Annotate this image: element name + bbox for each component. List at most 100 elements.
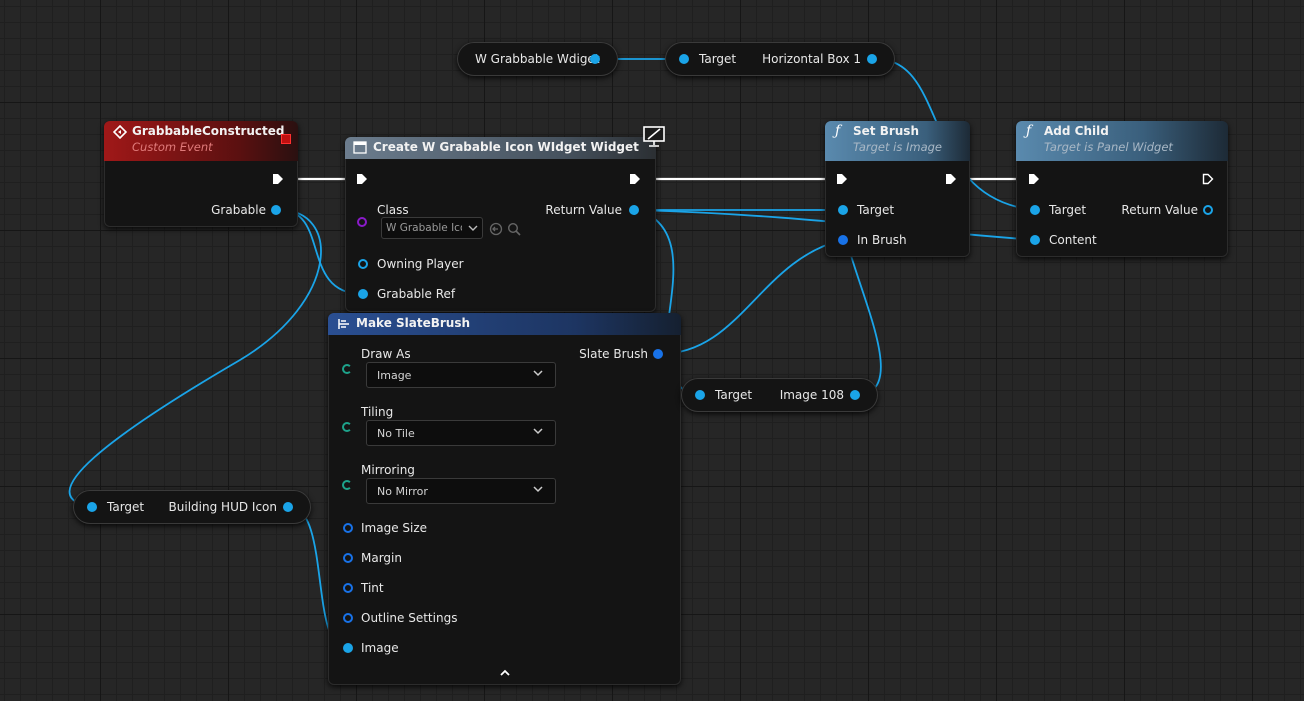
widget-class-icon (353, 141, 367, 154)
variable-label: W Grabbable Wdiget (475, 52, 600, 66)
outline-settings-pin[interactable] (343, 613, 353, 623)
content-label: Content (1049, 233, 1097, 247)
class-dropdown[interactable]: W Grabable Icoi (381, 217, 483, 239)
image-108-node[interactable]: Target Image 108 (681, 378, 878, 412)
exec-in-pin[interactable] (1028, 173, 1040, 185)
function-f-icon: ƒ (1026, 123, 1032, 139)
owning-player-label: Owning Player (377, 257, 464, 271)
node-subtitle: Target is Image (853, 140, 942, 154)
target-pin[interactable] (1030, 205, 1040, 215)
class-label: Class (377, 203, 409, 217)
margin-label: Margin (361, 551, 402, 565)
add-child-node[interactable]: ƒ Add Child Target is Panel Widget Targe… (1016, 121, 1228, 257)
draw-as-dropdown[interactable]: Image (366, 362, 556, 388)
exec-in-pin[interactable] (836, 173, 848, 185)
tint-pin[interactable] (343, 583, 353, 593)
building-hud-icon-out-pin[interactable] (283, 502, 293, 512)
image-size-pin[interactable] (343, 523, 353, 533)
target-label: Target (715, 388, 753, 402)
image-size-label: Image Size (361, 521, 428, 535)
class-value: W Grabable Icoi (386, 222, 462, 234)
make-slatebrush-node[interactable]: Make SlateBrush Slate Brush Draw As Imag… (328, 313, 681, 685)
return-value-label: Return Value (545, 203, 622, 217)
target-pin[interactable] (838, 205, 848, 215)
variable-out-pin[interactable] (590, 54, 600, 64)
set-brush-node[interactable]: ƒ Set Brush Target is Image Target In Br… (825, 121, 970, 257)
building-hud-icon-label: Building HUD Icon (168, 500, 277, 514)
node-header: ƒ Set Brush Target is Image (825, 121, 970, 161)
grabable-pin-label: Grabable (211, 203, 266, 217)
chevron-down-icon (533, 428, 543, 435)
exec-out-pin[interactable] (1202, 173, 1214, 185)
slate-brush-label: Slate Brush (579, 347, 648, 361)
class-pin[interactable] (357, 217, 367, 227)
target-pin[interactable] (695, 390, 705, 400)
node-title: Create W Grabable Icon WIdget Widget (373, 140, 639, 154)
node-title: Add Child (1044, 124, 1109, 138)
mirroring-value: No Mirror (377, 485, 428, 498)
return-value-label: Return Value (1121, 203, 1198, 217)
node-title: Set Brush (853, 124, 919, 138)
node-subtitle: Custom Event (132, 140, 213, 154)
tiling-value: No Tile (377, 427, 415, 440)
node-title: Make SlateBrush (356, 316, 471, 330)
draw-as-value: Image (377, 369, 412, 382)
exec-out-pin[interactable] (629, 173, 641, 185)
node-header: GrabbableConstructed Custom Event (104, 121, 298, 161)
target-label: Target (107, 500, 145, 514)
tint-label: Tint (361, 581, 384, 595)
node-header: ƒ Add Child Target is Panel Widget (1016, 121, 1228, 161)
grabable-out-pin[interactable] (271, 205, 281, 215)
outline-settings-label: Outline Settings (361, 611, 458, 625)
owning-player-pin[interactable] (358, 259, 368, 269)
node-subtitle: Target is Panel Widget (1044, 140, 1173, 154)
return-value-pin[interactable] (629, 205, 639, 215)
slate-brush-pin[interactable] (653, 349, 663, 359)
margin-pin[interactable] (343, 553, 353, 563)
building-hud-icon-node[interactable]: Target Building HUD Icon (73, 490, 311, 524)
return-value-pin[interactable] (1203, 205, 1213, 215)
image-108-label: Image 108 (779, 388, 844, 402)
horizontal-box-out-pin[interactable] (867, 54, 877, 64)
mirroring-pin[interactable] (342, 480, 352, 490)
target-label: Target (699, 52, 737, 66)
image-label: Image (361, 641, 399, 655)
target-pin[interactable] (679, 54, 689, 64)
content-pin[interactable] (1030, 235, 1040, 245)
horizontal-box-node[interactable]: Target Horizontal Box 1 (665, 42, 895, 76)
exec-out-pin[interactable] (945, 173, 957, 185)
node-header: Make SlateBrush (328, 313, 681, 335)
delegate-pin[interactable] (281, 134, 291, 144)
w-grabbable-widget-node[interactable]: W Grabbable Wdiget (457, 42, 618, 76)
dropdown-chevron-icon (468, 225, 478, 231)
wire (68, 209, 322, 508)
browse-arrow-icon[interactable] (489, 222, 503, 236)
chevron-down-icon (533, 486, 543, 493)
exec-out-pin[interactable] (272, 173, 284, 185)
grabable-ref-pin[interactable] (358, 289, 368, 299)
search-icon[interactable] (507, 222, 521, 236)
exec-in-pin[interactable] (356, 173, 368, 185)
mirroring-dropdown[interactable]: No Mirror (366, 478, 556, 504)
tiling-label: Tiling (361, 405, 394, 419)
image-108-out-pin[interactable] (850, 390, 860, 400)
grabable-ref-label: Grabable Ref (377, 287, 456, 301)
event-diamond-icon (113, 125, 127, 139)
grabbable-constructed-node[interactable]: GrabbableConstructed Custom Event Grabab… (104, 121, 298, 227)
wire (659, 239, 843, 355)
draw-as-label: Draw As (361, 347, 411, 361)
tiling-pin[interactable] (342, 422, 352, 432)
draw-as-pin[interactable] (342, 364, 352, 374)
tiling-dropdown[interactable]: No Tile (366, 420, 556, 446)
make-struct-icon (338, 319, 349, 329)
create-widget-node[interactable]: Create W Grabable Icon WIdget Widget Cla… (345, 126, 665, 312)
in-brush-pin[interactable] (838, 235, 848, 245)
target-label: Target (1049, 203, 1087, 217)
function-f-icon: ƒ (835, 123, 841, 139)
node-title: GrabbableConstructed (132, 124, 285, 138)
in-brush-label: In Brush (857, 233, 907, 247)
image-pin[interactable] (343, 643, 353, 653)
collapse-arrow-icon[interactable] (499, 668, 511, 678)
network-monitor-icon (643, 126, 665, 147)
target-pin[interactable] (87, 502, 97, 512)
